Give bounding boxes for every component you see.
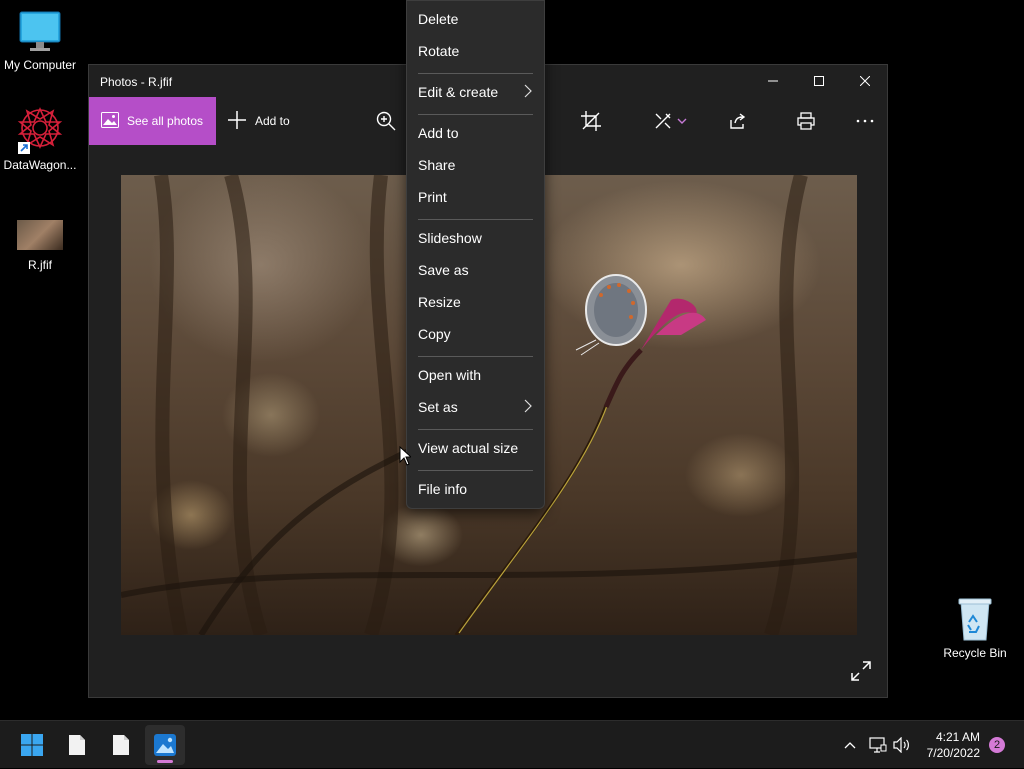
menu-separator	[418, 429, 533, 430]
menu-item-resize[interactable]: Resize	[407, 286, 544, 318]
desktop-icon-label: My Computer	[3, 58, 77, 72]
desktop-icon-my-computer[interactable]: My Computer	[0, 10, 80, 72]
menu-item-view-actual-size[interactable]: View actual size	[407, 432, 544, 464]
menu-item-print[interactable]: Print	[407, 181, 544, 213]
menu-item-label: Set as	[418, 399, 458, 415]
more-options-button[interactable]	[845, 97, 885, 145]
menu-item-label: Resize	[418, 294, 461, 310]
document-icon	[69, 735, 85, 755]
datawagon-logo-icon	[16, 106, 64, 154]
start-button[interactable]	[12, 721, 52, 769]
menu-item-save-as[interactable]: Save as	[407, 254, 544, 286]
active-app-indicator	[157, 760, 173, 763]
menu-item-label: Copy	[418, 326, 451, 342]
plus-icon	[227, 110, 247, 133]
speaker-icon	[893, 737, 909, 753]
menu-item-share[interactable]: Share	[407, 149, 544, 181]
menu-item-label: Delete	[418, 11, 459, 27]
share-button[interactable]	[718, 97, 758, 145]
shortcut-arrow-icon	[18, 142, 30, 154]
context-menu: Delete Rotate Edit & create Add to Share…	[406, 0, 545, 509]
add-to-button[interactable]: Add to	[227, 97, 290, 145]
clock-date: 7/20/2022	[926, 746, 980, 760]
photo-gallery-icon	[101, 111, 119, 131]
menu-separator	[418, 114, 533, 115]
desktop-icon-label: Recycle Bin	[943, 646, 1007, 660]
menu-item-label: Share	[418, 157, 456, 173]
desktop-icon-rjfif[interactable]: R.jfif	[0, 218, 80, 272]
more-icon	[856, 119, 874, 123]
chevron-right-icon	[524, 399, 532, 416]
minimize-button[interactable]	[750, 65, 796, 97]
maximize-icon	[814, 76, 824, 86]
close-icon	[860, 76, 870, 86]
chevron-down-icon	[677, 118, 687, 124]
crop-icon	[581, 111, 601, 131]
chevron-up-icon	[844, 742, 856, 749]
edit-button[interactable]	[645, 97, 695, 145]
add-to-label: Add to	[255, 114, 290, 128]
see-all-photos-button[interactable]: See all photos	[89, 97, 216, 145]
crop-button[interactable]	[571, 97, 611, 145]
menu-item-rotate[interactable]: Rotate	[407, 35, 544, 67]
photos-app-icon	[154, 734, 176, 756]
menu-separator	[418, 356, 533, 357]
menu-item-label: File info	[418, 481, 468, 497]
mouse-cursor-icon	[399, 445, 413, 471]
menu-item-label: Save as	[418, 262, 469, 278]
menu-item-label: Slideshow	[418, 230, 482, 246]
menu-item-label: Print	[418, 189, 447, 205]
taskbar-photos-app[interactable]	[145, 725, 185, 765]
desktop-icon-label: R.jfif	[28, 258, 52, 272]
desktop-icon-datawagon[interactable]: DataWagon...	[0, 106, 80, 172]
menu-separator	[418, 219, 533, 220]
expand-icon	[851, 661, 871, 681]
close-button[interactable]	[842, 65, 888, 97]
menu-separator	[418, 73, 533, 74]
recycle-bin-icon	[955, 596, 995, 642]
menu-item-set-as[interactable]: Set as	[407, 391, 544, 423]
windows-logo-icon	[21, 734, 43, 756]
share-icon	[730, 113, 746, 129]
zoom-icon	[376, 111, 396, 131]
menu-item-delete[interactable]: Delete	[407, 3, 544, 35]
print-button[interactable]	[786, 97, 826, 145]
menu-item-open-with[interactable]: Open with	[407, 359, 544, 391]
window-title: Photos - R.jfif	[100, 75, 173, 89]
taskbar-file-1[interactable]	[57, 721, 97, 769]
menu-item-copy[interactable]: Copy	[407, 318, 544, 350]
menu-item-add-to[interactable]: Add to	[407, 117, 544, 149]
menu-separator	[418, 470, 533, 471]
print-icon	[797, 112, 815, 130]
taskbar-clock[interactable]: 4:21 AM 7/20/2022	[927, 729, 980, 761]
monitor-icon	[18, 10, 62, 54]
minimize-icon	[768, 80, 778, 82]
desktop-icon-recycle-bin[interactable]: Recycle Bin	[935, 596, 1015, 660]
menu-item-label: Rotate	[418, 43, 460, 59]
see-all-photos-label: See all photos	[127, 114, 204, 128]
taskbar-file-2[interactable]	[101, 721, 141, 769]
edit-icon	[655, 113, 671, 129]
maximize-button[interactable]	[796, 65, 842, 97]
notification-badge[interactable]: 2	[989, 737, 1005, 753]
menu-item-edit-create[interactable]: Edit & create	[407, 76, 544, 108]
image-thumbnail-icon	[17, 220, 63, 250]
desktop-icon-label: DataWagon...	[3, 158, 77, 172]
menu-item-label: Add to	[418, 125, 459, 141]
menu-item-label: Edit & create	[418, 84, 499, 100]
menu-item-label: Open with	[418, 367, 482, 383]
menu-item-slideshow[interactable]: Slideshow	[407, 222, 544, 254]
volume-button[interactable]	[882, 721, 922, 769]
zoom-button[interactable]	[366, 97, 406, 145]
clock-time: 4:21 AM	[935, 730, 980, 744]
taskbar: 4:21 AM 7/20/2022 2	[0, 720, 1024, 768]
menu-item-file-info[interactable]: File info	[407, 473, 544, 505]
chevron-right-icon	[524, 84, 532, 101]
fullscreen-button[interactable]	[849, 659, 873, 683]
document-icon	[113, 735, 129, 755]
menu-item-label: View actual size	[418, 440, 519, 456]
